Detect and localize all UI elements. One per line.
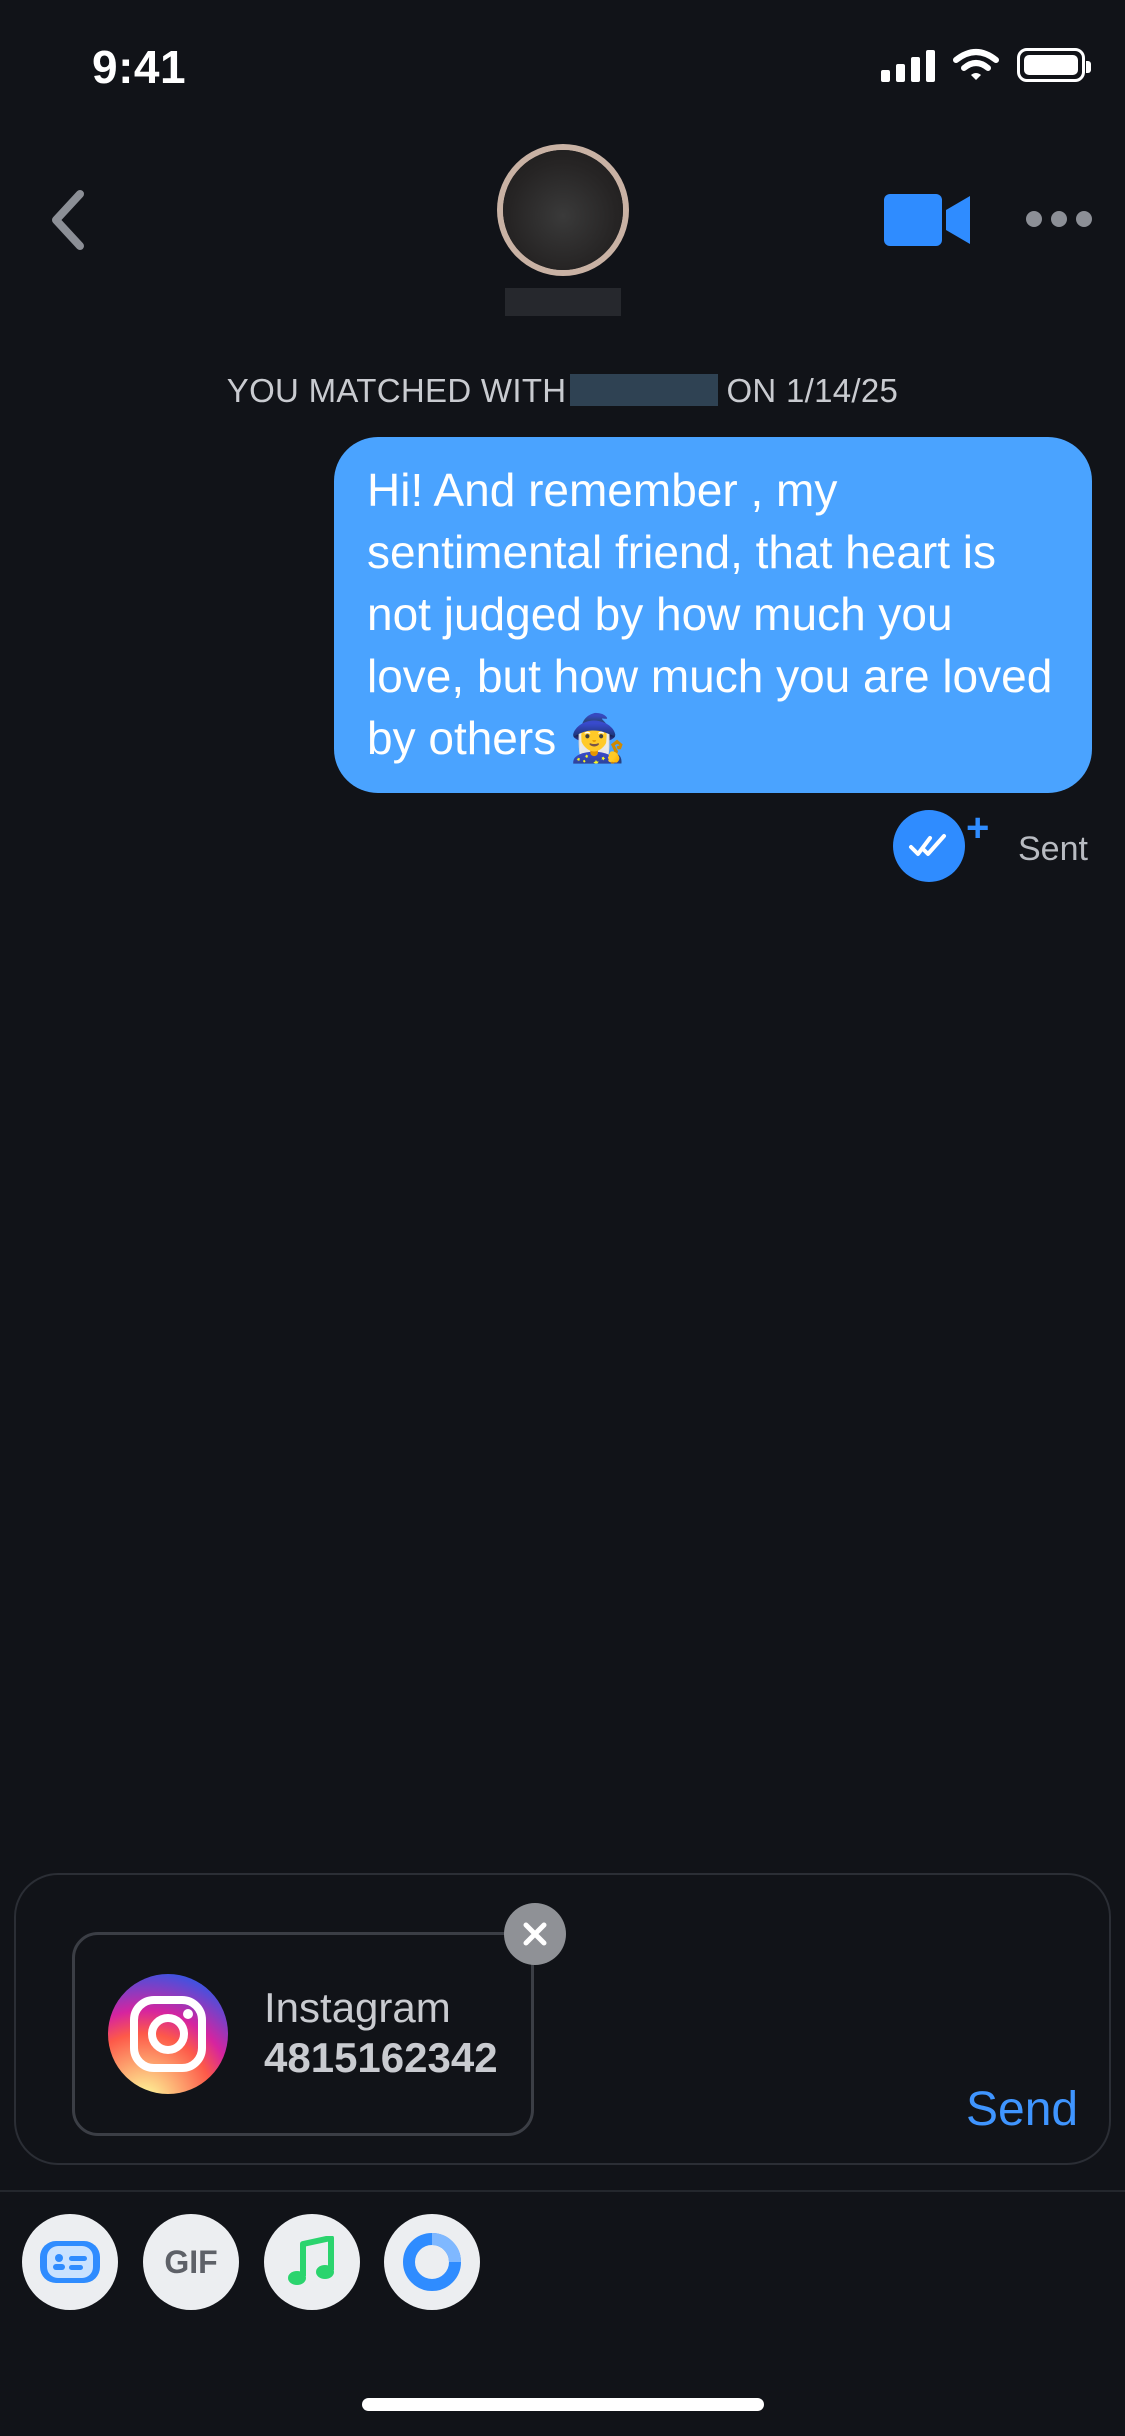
message-text: Hi! And remember , my sentimental friend…	[367, 464, 1053, 764]
read-receipt-button[interactable]	[893, 810, 965, 882]
avatar[interactable]	[503, 150, 623, 270]
match-info: YOU MATCHED WITH ON 1/14/25	[0, 372, 1125, 410]
more-horizontal-icon	[1026, 211, 1042, 227]
music-tool-button[interactable]	[264, 2214, 360, 2310]
ring-tool-button[interactable]	[384, 2214, 480, 2310]
instagram-icon	[108, 1974, 228, 2094]
wifi-icon	[953, 49, 999, 80]
music-note-icon	[288, 2236, 334, 2285]
divider	[0, 2190, 1125, 2192]
send-button[interactable]: Send	[966, 2082, 1078, 2137]
plus-icon[interactable]: +	[966, 808, 989, 848]
remove-attachment-button[interactable]	[504, 1903, 566, 1965]
gif-tool-button[interactable]: GIF	[143, 2214, 239, 2310]
video-call-button[interactable]	[884, 192, 970, 248]
circle-ring-icon	[403, 2233, 461, 2291]
attachment-value: 4815162342	[264, 2034, 498, 2081]
attachment-title: Instagram	[264, 1984, 451, 2031]
video-camera-icon	[884, 194, 970, 246]
status-icons	[881, 48, 1091, 82]
back-button[interactable]	[38, 180, 98, 260]
gif-icon: GIF	[164, 2243, 218, 2280]
close-icon	[523, 1922, 547, 1946]
chevron-left-icon	[52, 190, 84, 250]
card-tool-button[interactable]	[22, 2214, 118, 2310]
match-suffix: ON 1/14/25	[726, 372, 899, 409]
message-bubble[interactable]: Hi! And remember , my sentimental friend…	[334, 437, 1092, 793]
signal-icon	[881, 48, 935, 82]
home-indicator	[362, 2398, 764, 2411]
match-prefix: YOU MATCHED WITH	[226, 372, 567, 409]
status-time: 9:41	[92, 41, 187, 93]
double-check-icon	[909, 834, 946, 856]
message-status: Sent	[1018, 830, 1088, 868]
name-redaction	[505, 288, 621, 316]
match-name-redaction	[570, 374, 719, 407]
more-options-button[interactable]	[1026, 204, 1092, 234]
card-icon	[40, 2241, 100, 2283]
battery-icon	[1017, 48, 1091, 82]
